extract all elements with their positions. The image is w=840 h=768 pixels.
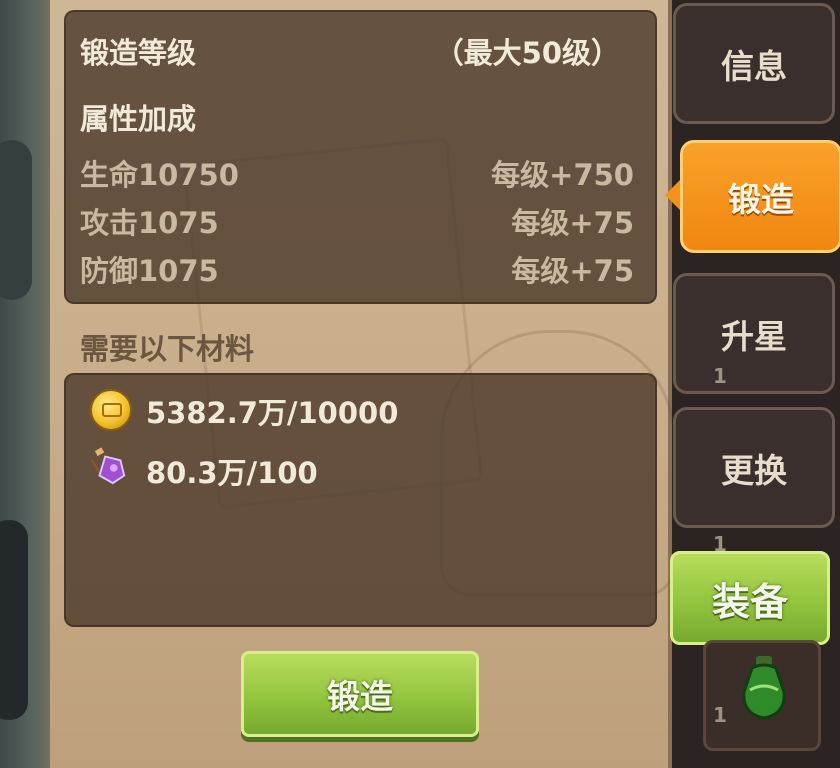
stat-attack: 攻击1075 <box>80 206 219 240</box>
rock-shape <box>0 520 28 720</box>
rock-shape <box>0 140 32 300</box>
tab-info[interactable]: 信息 <box>673 3 835 124</box>
stat-hp-increment: 每级+750 <box>491 158 634 192</box>
max-level-label: （最大50级） <box>434 36 620 70</box>
stat-defense: 防御1075 <box>80 254 219 288</box>
forge-level-title: 锻造等级 <box>80 36 197 70</box>
gold-amount: 5382.7万/10000 <box>146 396 399 430</box>
materials-header: 需要以下材料 <box>80 332 255 366</box>
stat-defense-increment: 每级+75 <box>511 254 634 288</box>
forge-button[interactable]: 锻造 <box>241 651 479 737</box>
slot-count: 1 <box>713 703 727 727</box>
equip-button[interactable]: 装备 <box>670 551 830 645</box>
tab-upgrade-star[interactable]: 升星 <box>673 273 835 394</box>
purple-potion-icon <box>91 447 126 485</box>
stat-hp: 生命10750 <box>80 158 239 192</box>
green-potion-icon <box>742 656 786 720</box>
potion-amount: 80.3万/100 <box>146 456 318 490</box>
attribute-bonus-header: 属性加成 <box>80 102 197 136</box>
gold-coin-icon <box>90 389 132 431</box>
tab-forge[interactable]: 锻造 <box>680 140 840 253</box>
slot-count: 1 <box>713 364 727 388</box>
stat-attack-increment: 每级+75 <box>511 206 634 240</box>
tab-replace[interactable]: 更换 <box>673 407 835 528</box>
